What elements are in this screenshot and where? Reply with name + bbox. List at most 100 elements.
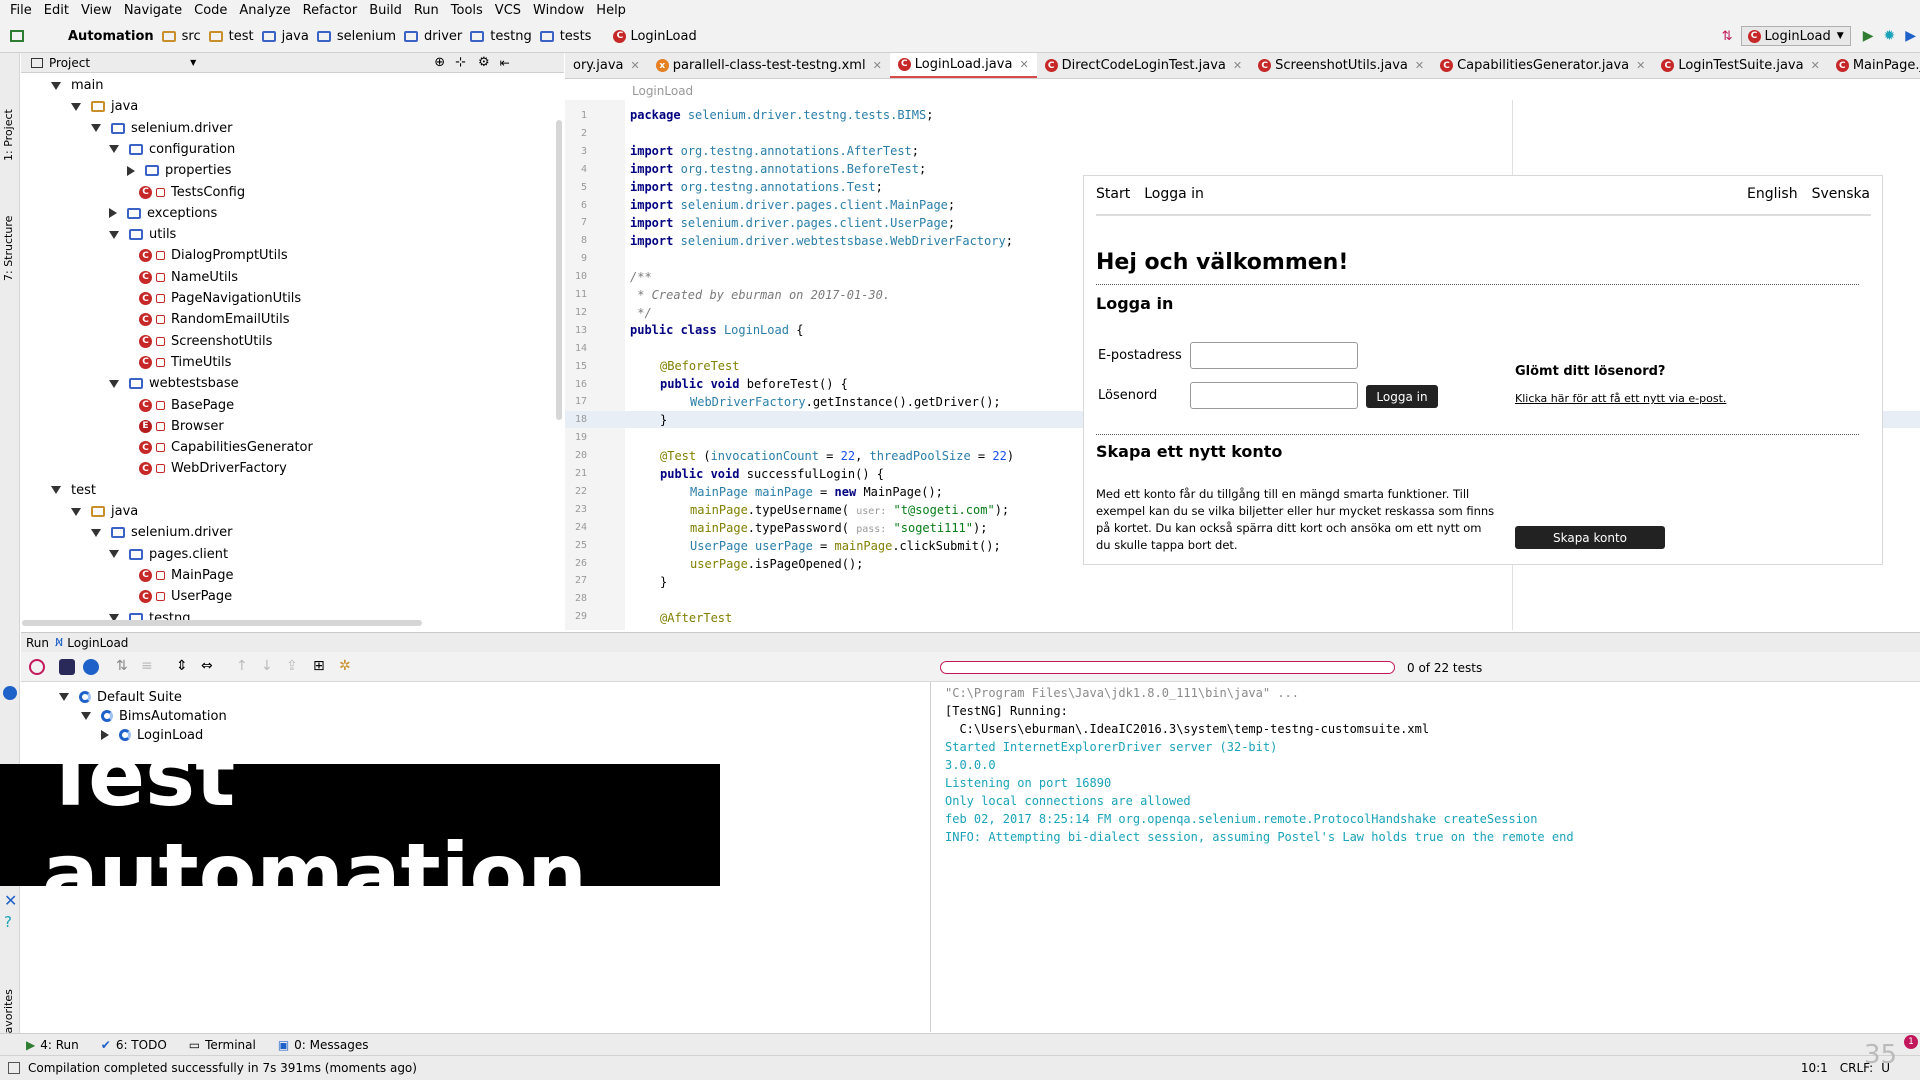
- menu-item-code[interactable]: Code: [188, 3, 233, 18]
- gear-icon[interactable]: ⚙: [478, 55, 490, 70]
- tree-node[interactable]: webtestsbase: [109, 373, 239, 394]
- collapse-icon[interactable]: ⊹: [455, 55, 466, 70]
- pin-icon[interactable]: [3, 686, 17, 700]
- sort-alpha-icon[interactable]: ⇅: [116, 658, 128, 674]
- test-node[interactable]: BimsAutomation: [81, 706, 227, 726]
- menu-item-vcs[interactable]: VCS: [489, 3, 527, 18]
- editor-tab[interactable]: C DirectCodeLoginTest.java ✕: [1037, 53, 1250, 78]
- settings-icon[interactable]: ✲: [339, 658, 351, 674]
- expand-arrow-icon[interactable]: [51, 486, 61, 495]
- expand-arrow-icon[interactable]: [109, 379, 119, 388]
- close-tab-icon[interactable]: ✕: [631, 59, 640, 72]
- tree-node[interactable]: exceptions: [109, 203, 217, 224]
- editor-tab[interactable]: CMainPage.java✕: [1828, 53, 1920, 78]
- lang-svenska-link[interactable]: Svenska: [1812, 186, 1870, 202]
- tree-node[interactable]: utils: [109, 224, 176, 245]
- todo-tool-tab[interactable]: ✔ 6: TODO: [101, 1038, 167, 1052]
- breadcrumb-item[interactable]: testng: [470, 29, 532, 44]
- tree-node[interactable]: configuration: [109, 139, 235, 160]
- expand-arrow-icon[interactable]: [109, 208, 117, 219]
- editor-tab[interactable]: C LoginTestSuite.java ✕: [1653, 53, 1827, 78]
- lang-english-link[interactable]: English: [1747, 186, 1798, 202]
- email-field[interactable]: [1190, 342, 1358, 369]
- tree-hscrollbar[interactable]: [22, 620, 422, 626]
- import-icon[interactable]: ⊞: [313, 658, 325, 674]
- help-icon[interactable]: ?: [4, 913, 12, 931]
- run-config-select[interactable]: C LoginLoad ▼: [1740, 26, 1851, 46]
- show-passed-icon[interactable]: [59, 659, 75, 675]
- close-tab-icon[interactable]: ✕: [1415, 59, 1424, 72]
- project-tool-button[interactable]: 1: Project: [2, 109, 15, 161]
- tree-node[interactable]: selenium.driver: [91, 118, 233, 139]
- status-toggle-icon[interactable]: [8, 1062, 20, 1074]
- hide-icon[interactable]: ⇤: [500, 56, 510, 70]
- tree-node[interactable]: C NameUtils: [139, 267, 238, 288]
- expand-arrow-icon[interactable]: [71, 507, 81, 516]
- menu-item-view[interactable]: View: [75, 3, 118, 18]
- menu-item-file[interactable]: File: [4, 3, 38, 18]
- editor-tab[interactable]: x parallell-class-test-testng.xml ✕: [648, 53, 890, 78]
- terminal-tool-tab[interactable]: ▭ Terminal: [189, 1038, 256, 1052]
- tree-scrollbar[interactable]: [556, 120, 562, 420]
- menu-item-tools[interactable]: Tools: [445, 3, 489, 18]
- coverage-icon[interactable]: ▶: [1905, 28, 1916, 44]
- menu-item-window[interactable]: Window: [527, 3, 590, 18]
- expand-arrow-icon[interactable]: [127, 165, 135, 176]
- breadcrumb-item[interactable]: test: [208, 29, 254, 44]
- tree-node[interactable]: C UserPage: [139, 586, 232, 607]
- tree-node[interactable]: test: [51, 480, 96, 501]
- tree-node[interactable]: C PageNavigationUtils: [139, 288, 301, 309]
- expand-arrow-icon[interactable]: [51, 81, 61, 90]
- menu-item-analyze[interactable]: Analyze: [233, 3, 296, 18]
- breadcrumb-project[interactable]: Automation: [68, 29, 154, 44]
- down-icon[interactable]: ↓: [261, 658, 273, 674]
- create-account-button[interactable]: Skapa konto: [1515, 526, 1665, 549]
- tree-node[interactable]: C ScreenshotUtils: [139, 331, 272, 352]
- tree-node[interactable]: C BasePage: [139, 395, 234, 416]
- tree-node[interactable]: C CapabilitiesGenerator: [139, 437, 313, 458]
- sort-icon[interactable]: ⇅: [1722, 29, 1733, 44]
- expand-arrow-icon[interactable]: [91, 528, 101, 537]
- menu-item-run[interactable]: Run: [408, 3, 445, 18]
- tree-node[interactable]: java: [71, 501, 138, 522]
- login-button[interactable]: Logga in: [1366, 385, 1438, 408]
- nav-login-link[interactable]: Logga in: [1144, 186, 1204, 202]
- messages-tool-tab[interactable]: ▣ 0: Messages: [278, 1038, 369, 1052]
- expand-arrow-icon[interactable]: [71, 102, 81, 111]
- menu-item-edit[interactable]: Edit: [38, 3, 75, 18]
- password-field[interactable]: [1190, 382, 1358, 409]
- close-tab-icon[interactable]: ✕: [1233, 59, 1242, 72]
- sort-duration-icon[interactable]: ≡: [141, 658, 153, 674]
- expand-all-icon[interactable]: ⇕: [176, 658, 188, 674]
- tree-node[interactable]: main: [51, 75, 103, 96]
- menu-item-build[interactable]: Build: [363, 3, 408, 18]
- menu-item-help[interactable]: Help: [590, 3, 632, 18]
- caret-position[interactable]: 10:1: [1801, 1061, 1828, 1075]
- project-panel-title[interactable]: Project: [49, 56, 90, 70]
- breadcrumb-item[interactable]: java: [261, 29, 309, 44]
- expand-arrow-icon[interactable]: [91, 124, 101, 133]
- expand-arrow-icon[interactable]: [109, 550, 119, 559]
- tree-node[interactable]: pages.client: [109, 544, 228, 565]
- menu-item-refactor[interactable]: Refactor: [297, 3, 364, 18]
- breadcrumb-item[interactable]: tests: [539, 29, 591, 44]
- collapse-all-icon[interactable]: ⇔: [201, 658, 213, 674]
- menu-item-navigate[interactable]: Navigate: [118, 3, 188, 18]
- run-icon[interactable]: ▶: [1863, 28, 1874, 44]
- tree-node[interactable]: E Browser: [139, 416, 224, 437]
- tree-node[interactable]: java: [71, 96, 138, 117]
- expand-arrow-icon[interactable]: [109, 145, 119, 154]
- close-tab-icon[interactable]: ✕: [873, 59, 882, 72]
- nav-start-link[interactable]: Start: [1096, 186, 1130, 202]
- debug-icon[interactable]: ✹: [1883, 28, 1895, 44]
- tree-node[interactable]: C TestsConfig: [139, 182, 245, 203]
- locate-icon[interactable]: ⊕: [434, 55, 445, 70]
- editor-tab[interactable]: ory.java ✕: [565, 53, 648, 78]
- tree-node[interactable]: C MainPage: [139, 565, 234, 586]
- close-icon[interactable]: ✕: [4, 891, 17, 910]
- export-icon[interactable]: ⇪: [286, 658, 298, 674]
- tree-node[interactable]: C RandomEmailUtils: [139, 309, 290, 330]
- structure-tool-button[interactable]: 7: Structure: [2, 216, 15, 281]
- notification-badge[interactable]: 1: [1904, 1035, 1918, 1049]
- tree-node[interactable]: C DialogPromptUtils: [139, 245, 288, 266]
